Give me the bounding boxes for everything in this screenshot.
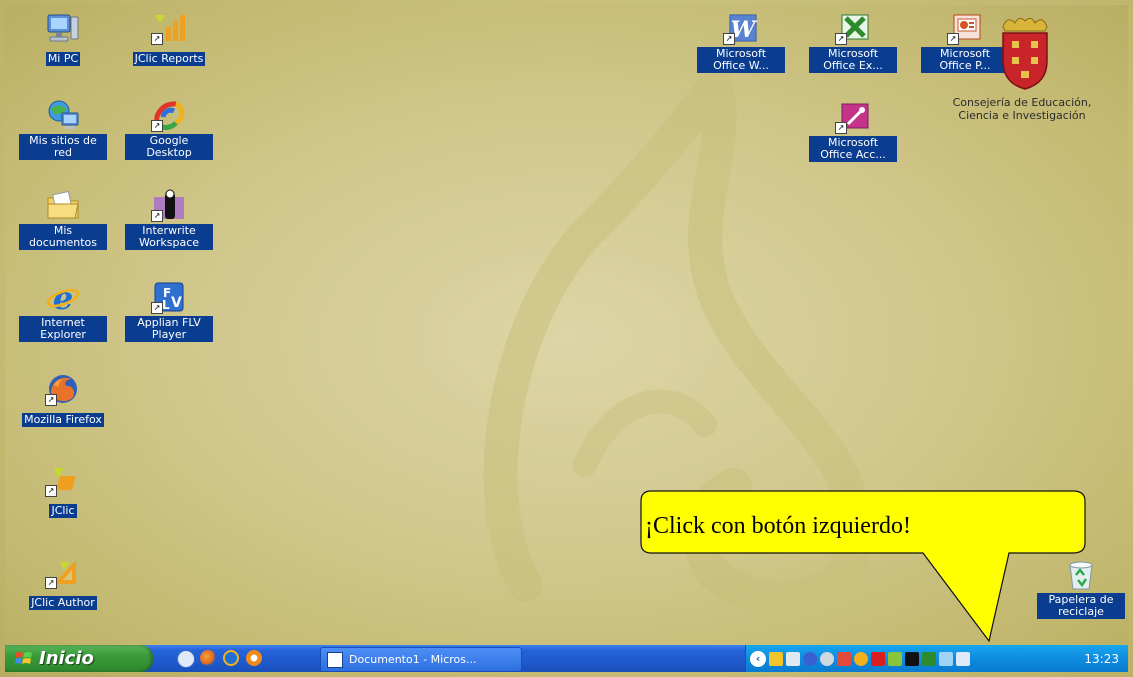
jclic-reports-icon: ↗	[151, 11, 187, 45]
tray-icon-network[interactable]	[769, 651, 783, 666]
shortcut-arrow-icon: ↗	[151, 302, 163, 314]
shortcut-arrow-icon: ↗	[835, 122, 847, 134]
tray-icon-text-tool[interactable]	[871, 651, 885, 666]
desktop-icon-mis-documentos[interactable]: Mis documentos	[19, 188, 107, 250]
icon-label: Interwrite Workspace	[125, 224, 213, 250]
my-documents-icon	[45, 188, 81, 222]
desktop-icon-mozilla-firefox[interactable]: ↗ Mozilla Firefox	[11, 372, 115, 427]
shortcut-arrow-icon: ↗	[151, 210, 163, 222]
desktop-icon-jclic-author[interactable]: ↗ JClic Author	[19, 555, 107, 610]
desktop-icon-applian-flv-player[interactable]: FLV ↗ Applian FLV Player	[125, 280, 213, 342]
desktop-icon-microsoft-office-excel[interactable]: ↗ Microsoft Office Ex...	[809, 11, 897, 73]
powerpoint-icon: ↗	[947, 11, 983, 45]
icon-label: Internet Explorer	[19, 316, 107, 342]
taskbar-window-button-documento1[interactable]: Documento1 - Micros...	[320, 647, 522, 672]
callout-bubble	[640, 490, 1086, 643]
desktop-icon-mis-sitios-de-red[interactable]: Mis sitios de red	[19, 98, 107, 160]
windows-logo-icon	[15, 651, 32, 664]
access-icon: ↗	[835, 100, 871, 134]
clock[interactable]: 13:23	[1084, 652, 1119, 666]
svg-text:V: V	[171, 295, 182, 311]
shortcut-arrow-icon: ↗	[45, 577, 57, 589]
icon-label: Microsoft Office Acc...	[809, 136, 897, 162]
shortcut-arrow-icon: ↗	[45, 485, 57, 497]
svg-text:L: L	[162, 298, 170, 312]
callout-text: ¡Click con botón izquierdo!	[645, 513, 911, 539]
icon-label: Microsoft Office Ex...	[809, 47, 897, 73]
icon-label: Mozilla Firefox	[22, 413, 104, 427]
taskbar-window-title: Documento1 - Micros...	[349, 653, 477, 666]
icon-label: JClic Author	[29, 596, 97, 610]
tray-icon-monitor[interactable]	[820, 651, 834, 666]
tray-icon-antivirus[interactable]	[837, 651, 851, 666]
region-crest-logo	[1002, 17, 1048, 90]
interwrite-icon: ↗	[151, 188, 187, 222]
desktop-icon-internet-explorer[interactable]: e Internet Explorer	[19, 280, 107, 342]
system-tray: ‹ 13:23	[745, 645, 1128, 672]
tray-icon-pen[interactable]	[888, 651, 902, 666]
tray-icon-interwrite[interactable]	[905, 651, 919, 666]
desktop: Mi PC Mis sitios de red Mis documentos e…	[5, 5, 1128, 672]
shortcut-arrow-icon: ↗	[723, 33, 735, 45]
tray-icon-sync[interactable]	[939, 651, 953, 666]
start-button[interactable]: Inicio	[5, 645, 153, 672]
shortcut-arrow-icon: ↗	[947, 33, 959, 45]
tray-icon-audio[interactable]	[803, 651, 817, 666]
icon-label: Mis sitios de red	[19, 134, 107, 160]
icon-label: Mis documentos	[19, 224, 107, 250]
shortcut-arrow-icon: ↗	[45, 394, 57, 406]
icon-label: JClic	[49, 504, 77, 518]
internet-explorer-icon: e	[45, 280, 81, 314]
network-places-icon	[45, 98, 81, 132]
desktop-icon-interwrite-workspace[interactable]: ↗ Interwrite Workspace	[125, 188, 213, 250]
quick-launch-media-player-icon[interactable]	[246, 650, 262, 666]
google-desktop-icon: ↗	[151, 98, 187, 132]
word-icon: W ↗	[723, 11, 759, 45]
desktop-icon-microsoft-office-access[interactable]: ↗ Microsoft Office Acc...	[809, 100, 897, 162]
shortcut-arrow-icon: ↗	[151, 120, 163, 132]
shortcut-arrow-icon: ↗	[835, 33, 847, 45]
icon-label: Applian FLV Player	[125, 316, 213, 342]
firefox-icon: ↗	[45, 372, 81, 406]
jclic-icon: ↗	[45, 463, 81, 497]
desktop-icon-google-desktop[interactable]: ↗ Google Desktop	[125, 98, 213, 160]
icon-label: Google Desktop	[125, 134, 213, 160]
desktop-icon-jclic[interactable]: ↗ JClic	[19, 463, 107, 518]
start-label: Inicio	[39, 648, 94, 669]
shortcut-arrow-icon: ↗	[151, 33, 163, 45]
show-hidden-icons-chevron-icon[interactable]: ‹	[750, 650, 766, 667]
quick-launch-internet-explorer-icon[interactable]	[223, 650, 239, 666]
consejeria-logo-text: Consejería de Educación, Ciencia e Inves…	[952, 96, 1092, 122]
tray-icon-window[interactable]	[956, 651, 970, 666]
tray-icon-google-desktop[interactable]	[854, 651, 868, 666]
excel-icon: ↗	[835, 11, 871, 45]
desktop-icon-microsoft-office-word[interactable]: W ↗ Microsoft Office W...	[697, 11, 785, 73]
svg-text:e: e	[53, 281, 73, 313]
tray-icon-display[interactable]	[786, 651, 800, 666]
quick-launch-desktop-icon[interactable]	[177, 650, 195, 668]
jclic-author-icon: ↗	[45, 555, 81, 589]
desktop-icon-jclic-reports[interactable]: ↗ JClic Reports	[125, 11, 213, 66]
taskbar: Inicio Documento1 - Micros... ‹ 13:23	[5, 645, 1128, 672]
word-document-icon	[327, 651, 343, 668]
tray-icon-excel[interactable]	[922, 651, 936, 666]
icon-label: Mi PC	[45, 52, 81, 66]
icon-label: JClic Reports	[132, 52, 206, 66]
icon-label: Microsoft Office W...	[697, 47, 785, 73]
flv-player-icon: FLV ↗	[151, 280, 187, 314]
my-computer-icon	[45, 11, 81, 45]
quick-launch-firefox-icon[interactable]	[200, 650, 216, 666]
desktop-icon-mi-pc[interactable]: Mi PC	[19, 11, 107, 66]
